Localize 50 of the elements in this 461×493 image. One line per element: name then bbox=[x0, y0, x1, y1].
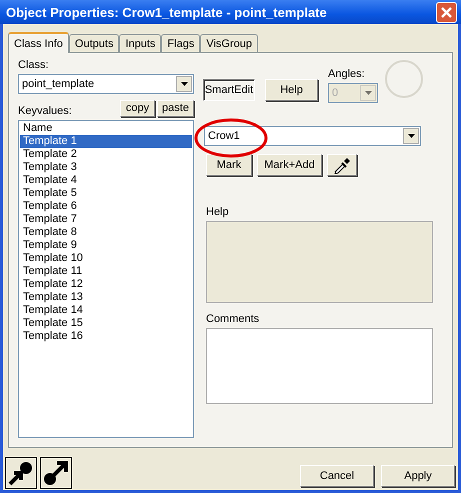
dot-to-arrow-icon bbox=[42, 459, 70, 487]
list-item[interactable]: Template 6 bbox=[20, 200, 192, 213]
angles-label: Angles: bbox=[328, 68, 366, 80]
mark-add-button[interactable]: Mark+Add bbox=[257, 154, 322, 176]
paste-button[interactable]: paste bbox=[157, 100, 194, 116]
class-label: Class: bbox=[18, 59, 50, 71]
copy-button[interactable]: copy bbox=[120, 100, 155, 116]
list-item[interactable]: Template 3 bbox=[20, 161, 192, 174]
dropdown-arrow-icon bbox=[408, 134, 414, 138]
close-icon bbox=[441, 6, 452, 18]
apply-button[interactable]: Apply bbox=[381, 465, 455, 487]
help-label: Help bbox=[206, 206, 230, 218]
list-item[interactable]: Template 1 bbox=[20, 135, 192, 148]
dropdown-arrow-icon bbox=[180, 82, 188, 86]
dropdown-arrow-icon bbox=[364, 91, 372, 95]
arrow-to-dot-icon bbox=[7, 459, 35, 487]
smartedit-button[interactable]: SmartEdit bbox=[203, 79, 255, 101]
comments-field[interactable] bbox=[206, 328, 433, 404]
list-item[interactable]: Template 8 bbox=[20, 226, 192, 239]
angle-dial-icon bbox=[384, 59, 424, 99]
list-item[interactable]: Template 13 bbox=[20, 291, 192, 304]
class-dropdown[interactable]: point_template bbox=[18, 74, 194, 94]
list-item[interactable]: Name bbox=[20, 122, 192, 135]
goto-target-button[interactable] bbox=[5, 457, 37, 489]
list-item[interactable]: Template 12 bbox=[20, 278, 192, 291]
window-title: Object Properties: Crow1_template - point_template bbox=[6, 4, 327, 20]
tab[interactable]: Outputs bbox=[68, 34, 120, 52]
list-item[interactable]: Template 5 bbox=[20, 187, 192, 200]
help-button[interactable]: Help bbox=[265, 79, 318, 101]
eyedropper-icon bbox=[333, 156, 351, 174]
eyedropper-button[interactable] bbox=[327, 154, 357, 176]
list-item[interactable]: Template 16 bbox=[20, 330, 192, 343]
list-item[interactable]: Template 14 bbox=[20, 304, 192, 317]
tab[interactable]: Flags bbox=[161, 34, 200, 52]
list-item[interactable]: Template 2 bbox=[20, 148, 192, 161]
list-item[interactable]: Template 15 bbox=[20, 317, 192, 330]
tab[interactable]: VisGroup bbox=[200, 34, 258, 52]
list-item[interactable]: Template 7 bbox=[20, 213, 192, 226]
list-item[interactable]: Template 11 bbox=[20, 265, 192, 278]
keyvalues-label: Keyvalues: bbox=[18, 105, 72, 117]
value-dropdown[interactable]: Crow1 bbox=[204, 126, 421, 146]
mark-button[interactable]: Mark bbox=[206, 154, 252, 176]
list-item[interactable]: Template 4 bbox=[20, 174, 192, 187]
close-button[interactable] bbox=[436, 2, 457, 22]
list-item[interactable]: Template 10 bbox=[20, 252, 192, 265]
tab[interactable]: Inputs bbox=[119, 34, 162, 52]
cancel-button[interactable]: Cancel bbox=[300, 465, 374, 487]
list-item[interactable]: Template 9 bbox=[20, 239, 192, 252]
comments-label: Comments bbox=[206, 313, 260, 325]
goto-source-button[interactable] bbox=[40, 457, 72, 489]
